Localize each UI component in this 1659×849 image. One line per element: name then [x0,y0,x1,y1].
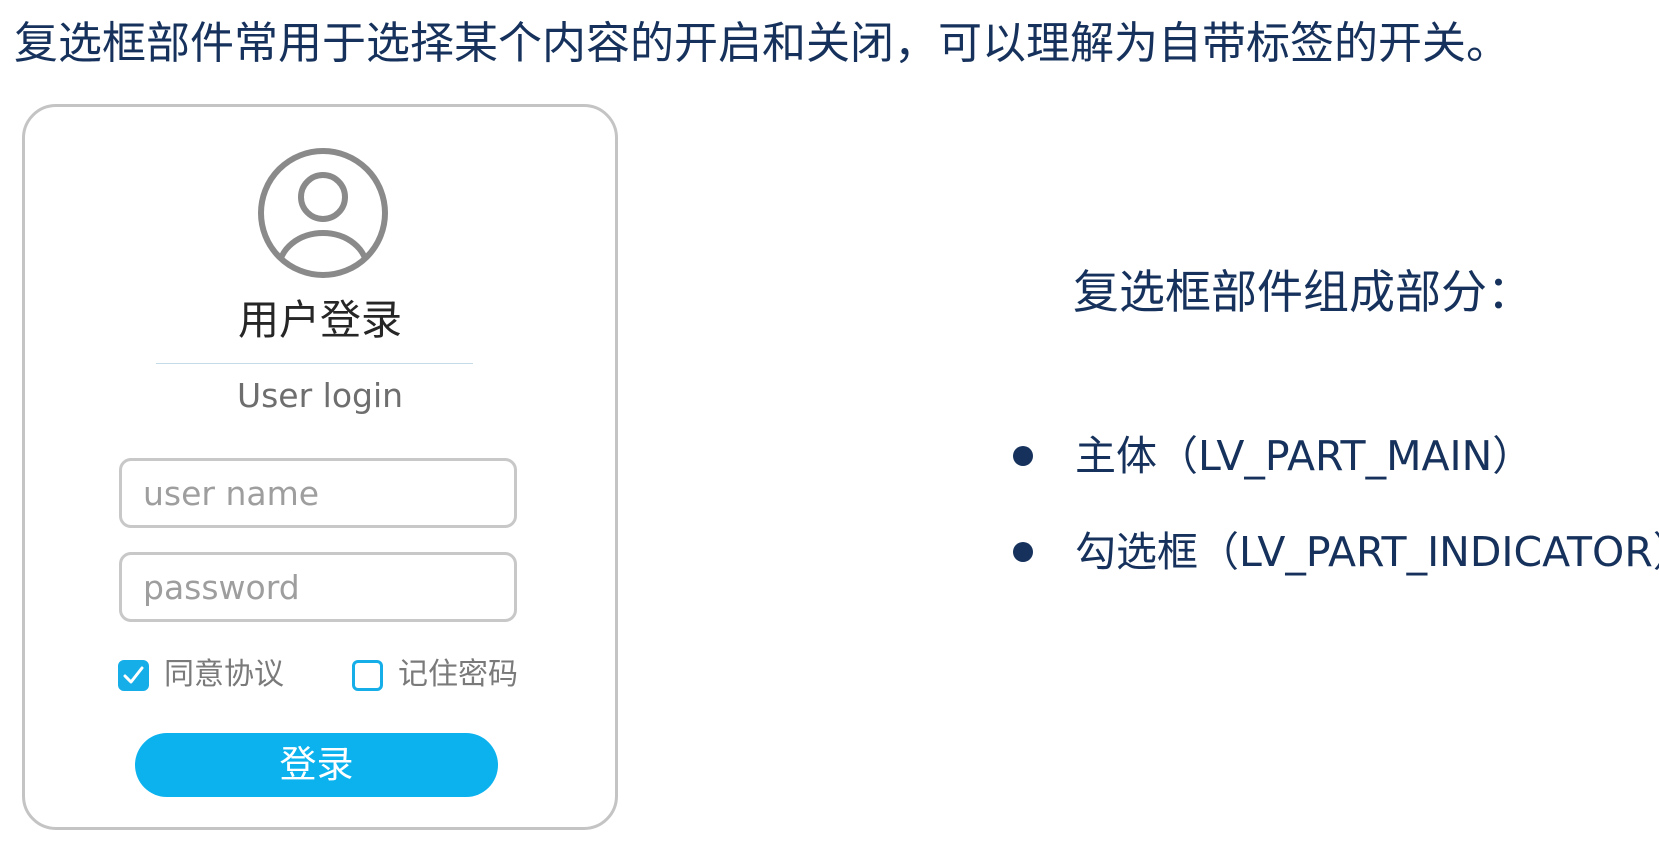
checkbox-indicator-unchecked[interactable] [352,659,383,691]
password-input[interactable] [119,552,517,622]
login-button[interactable]: 登录 [135,733,498,797]
bullet-dot-icon [1013,542,1033,562]
checkbox-indicator-checked[interactable] [118,659,149,691]
part-indicator-text: 勾选框（LV_PART_INDICATOR） [1075,528,1659,576]
checkmark-icon [123,666,144,683]
login-subtitle: User login [236,376,404,415]
agree-terms-label: 同意协议 [164,657,284,692]
user-avatar-icon [255,145,391,281]
list-item: 勾选框（LV_PART_INDICATOR） [1013,522,1659,582]
login-title: 用户登录 [238,296,402,344]
title-divider [156,363,473,364]
agree-terms-checkbox[interactable]: 同意协议 [118,655,284,695]
login-card: 用户登录 User login 同意协议 记住密码 登录 [22,104,618,830]
page-headline: 复选框部件常用于选择某个内容的开启和关闭，可以理解为自带标签的开关。 [14,18,1510,69]
remember-password-checkbox[interactable]: 记住密码 [352,655,518,695]
username-input[interactable] [119,458,517,528]
list-item: 主体（LV_PART_MAIN） [1013,426,1533,486]
bullet-dot-icon [1013,446,1033,466]
remember-password-label: 记住密码 [398,657,518,692]
parts-heading: 复选框部件组成部分： [1073,265,1533,319]
part-main-text: 主体（LV_PART_MAIN） [1075,432,1534,480]
